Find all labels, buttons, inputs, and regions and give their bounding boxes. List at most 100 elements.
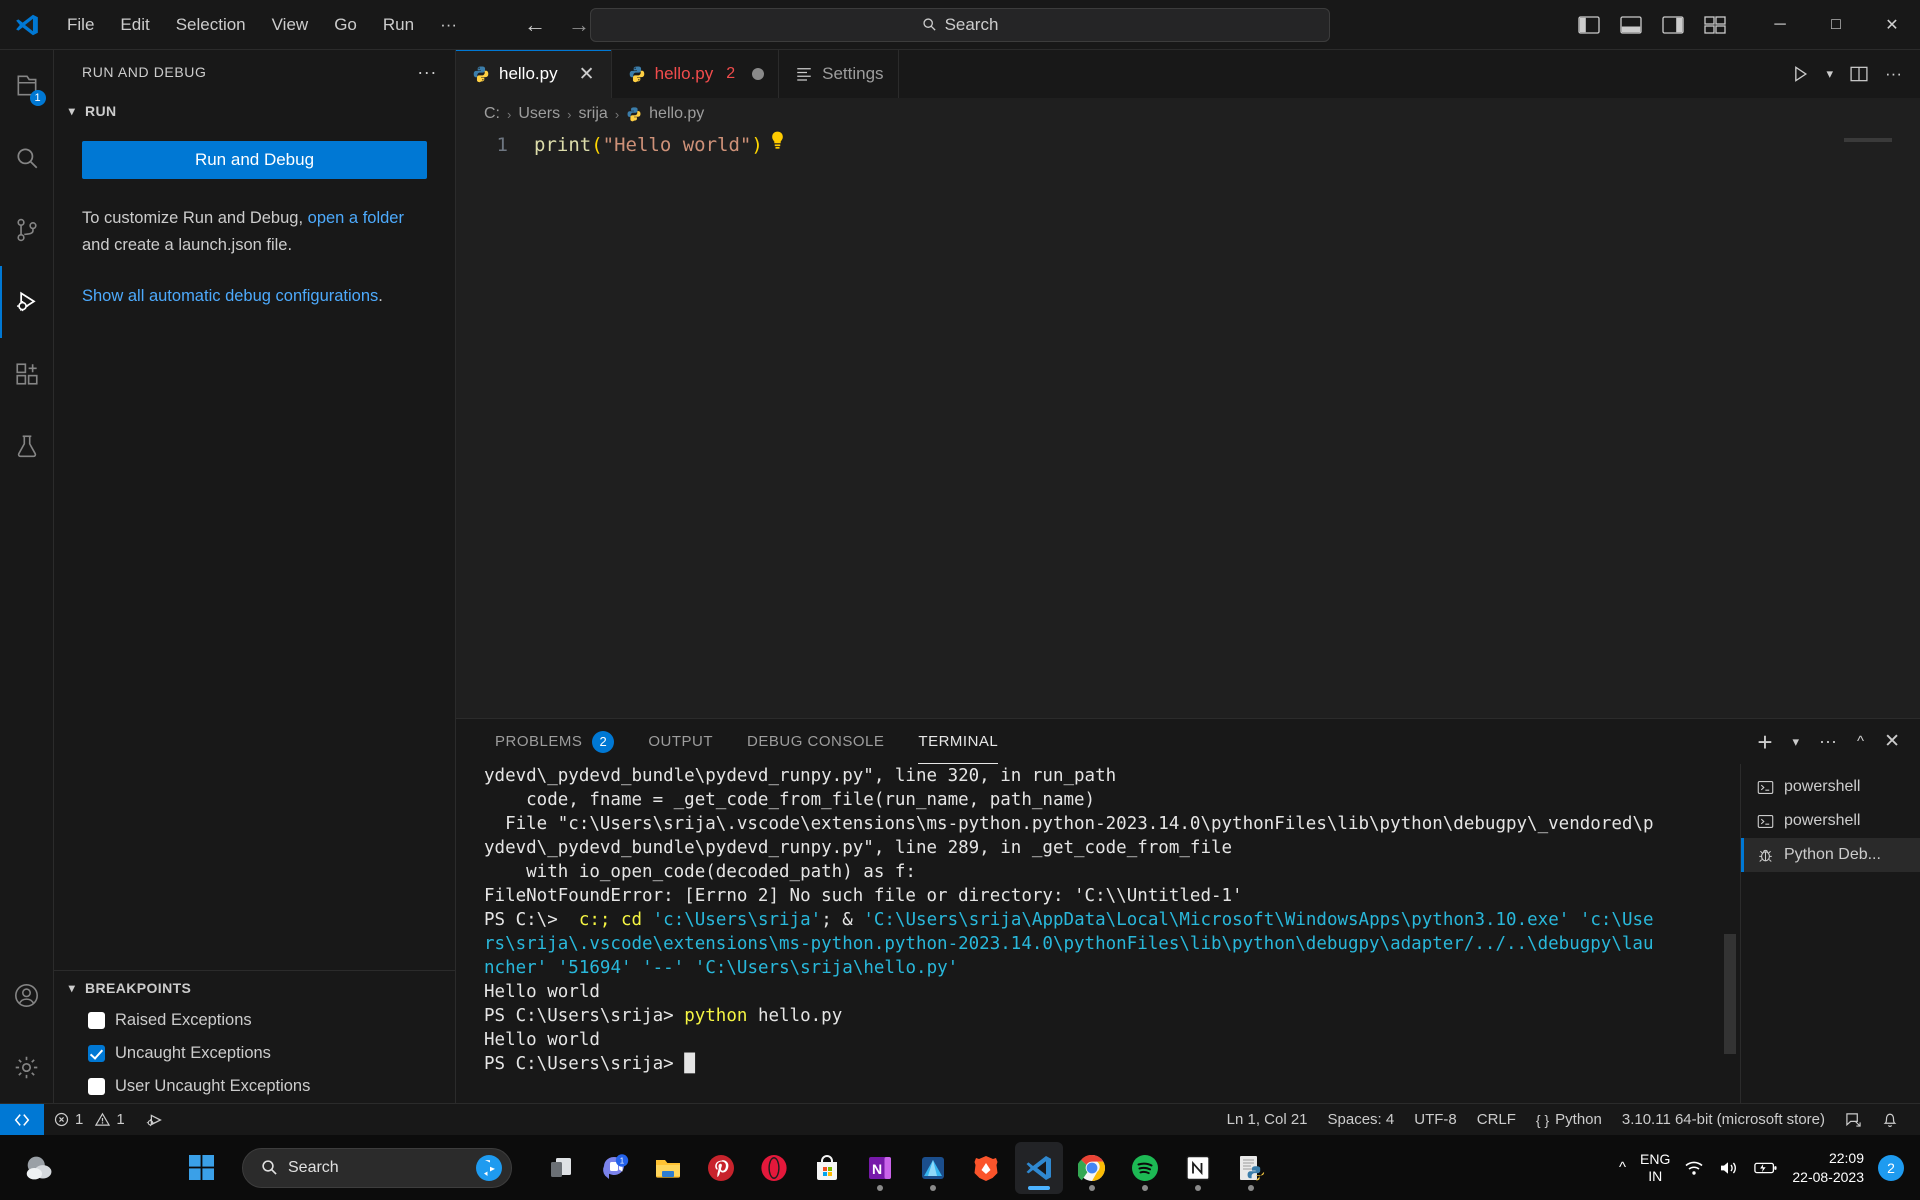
taskbar-app-notion[interactable]: [1174, 1142, 1222, 1194]
open-a-folder-link[interactable]: open a folder: [308, 209, 404, 227]
menu-more[interactable]: ···: [427, 10, 470, 40]
run-python-file-icon[interactable]: [1790, 64, 1810, 84]
code-editor[interactable]: 1 print("Hello world"): [456, 130, 1920, 718]
tab-dirty-indicator-icon[interactable]: [752, 68, 765, 80]
taskbar-clock[interactable]: 22:09 22-08-2023: [1792, 1149, 1864, 1187]
arrow-left-icon[interactable]: ←: [524, 13, 546, 36]
maximize-panel-icon[interactable]: ^: [1857, 733, 1864, 750]
tab-close-button[interactable]: ✕: [577, 63, 597, 86]
new-terminal-icon[interactable]: +: [1757, 729, 1772, 755]
show-hidden-icons-button[interactable]: ^: [1619, 1159, 1626, 1176]
breadcrumb-item-users[interactable]: Users: [518, 105, 560, 123]
taskbar-language-indicator[interactable]: ENG IN: [1640, 1151, 1670, 1185]
taskbar-app-spotify[interactable]: [1121, 1142, 1169, 1194]
raised-exceptions-checkbox[interactable]: [88, 1012, 105, 1029]
tab-hello-py-active[interactable]: hello.py ✕: [456, 50, 612, 98]
show-all-automatic-debug-configurations-link[interactable]: Show all automatic debug configurations: [82, 287, 378, 305]
panel-tab-terminal[interactable]: TERMINAL: [901, 719, 1015, 764]
terminal-scrollbar[interactable]: [1724, 934, 1736, 1054]
taskbar-app-python-idle[interactable]: [1227, 1142, 1275, 1194]
minimap-slider[interactable]: [1844, 138, 1892, 142]
taskbar-app-task-view[interactable]: [538, 1142, 586, 1194]
activitybar-item-run-and-debug[interactable]: [0, 266, 54, 338]
activitybar-item-settings[interactable]: [0, 1031, 54, 1103]
status-encoding[interactable]: UTF-8: [1404, 1104, 1467, 1136]
menu-run[interactable]: Run: [370, 10, 427, 40]
taskbar-app-teams-chat[interactable]: 1: [591, 1142, 639, 1194]
toggle-panel-icon[interactable]: [1620, 15, 1642, 34]
code-content[interactable]: print("Hello world"): [534, 130, 763, 160]
activitybar-item-extensions[interactable]: [0, 338, 54, 410]
chevron-down-icon[interactable]: ▾: [1826, 66, 1833, 82]
terminal-item-python-debugger[interactable]: Python Deb...: [1741, 838, 1920, 872]
status-python-interpreter[interactable]: 3.10.11 64-bit (microsoft store): [1612, 1104, 1835, 1136]
taskbar-app-azure-data-studio[interactable]: [909, 1142, 957, 1194]
taskbar-app-file-explorer[interactable]: [644, 1142, 692, 1194]
chevron-down-icon[interactable]: ▾: [1793, 734, 1800, 750]
toggle-secondary-sidebar-icon[interactable]: [1662, 15, 1684, 34]
terminal-output[interactable]: ydevd\_pydevd_bundle\pydevd_runpy.py", l…: [456, 764, 1740, 1103]
status-ports[interactable]: [135, 1104, 175, 1136]
run-section-header[interactable]: ▾ RUN: [54, 94, 455, 127]
menu-file[interactable]: File: [54, 10, 107, 40]
taskbar-weather-widget[interactable]: [0, 1152, 60, 1184]
battery-charging-icon[interactable]: [1754, 1159, 1778, 1177]
breakpoint-uncaught-exceptions[interactable]: Uncaught Exceptions: [54, 1037, 455, 1070]
arrow-right-icon[interactable]: →: [568, 13, 590, 36]
taskbar-app-google-chrome[interactable]: [1068, 1142, 1116, 1194]
uncaught-exceptions-checkbox[interactable]: [88, 1045, 105, 1062]
terminal-item-powershell-1[interactable]: powershell: [1741, 770, 1920, 804]
notification-count-badge[interactable]: 2: [1878, 1154, 1904, 1181]
activitybar-item-source-control[interactable]: [0, 194, 54, 266]
status-notifications[interactable]: [1872, 1104, 1908, 1136]
window-maximize-button[interactable]: □: [1808, 0, 1864, 50]
tab-settings[interactable]: Settings: [779, 50, 899, 98]
breadcrumb-item-srija[interactable]: srija: [578, 105, 607, 123]
more-actions-icon[interactable]: ···: [1819, 731, 1837, 752]
toggle-primary-sidebar-icon[interactable]: [1578, 15, 1600, 34]
taskbar-app-brave-browser[interactable]: [962, 1142, 1010, 1194]
breadcrumb-item-drive[interactable]: C:: [484, 105, 500, 123]
terminal-item-powershell-2[interactable]: powershell: [1741, 804, 1920, 838]
panel-tab-problems[interactable]: PROBLEMS 2: [478, 719, 631, 764]
window-close-button[interactable]: ✕: [1864, 0, 1920, 50]
breadcrumb-item-file[interactable]: hello.py: [649, 105, 704, 123]
status-errors-warnings[interactable]: 1 1: [44, 1104, 135, 1136]
split-editor-icon[interactable]: [1849, 64, 1869, 84]
customize-layout-icon[interactable]: [1704, 15, 1726, 34]
activitybar-item-accounts[interactable]: [0, 959, 54, 1031]
tab-hello-py-error[interactable]: hello.py 2: [611, 50, 780, 98]
status-eol[interactable]: CRLF: [1467, 1104, 1526, 1136]
panel-tab-output[interactable]: OUTPUT: [631, 719, 730, 764]
close-panel-icon[interactable]: ✕: [1884, 730, 1900, 753]
status-feedback[interactable]: [1835, 1104, 1872, 1136]
taskbar-app-opera[interactable]: [750, 1142, 798, 1194]
menu-go[interactable]: Go: [321, 10, 370, 40]
status-language-mode[interactable]: { } Python: [1526, 1104, 1612, 1136]
breakpoints-section-header[interactable]: ▾ BREAKPOINTS: [54, 971, 455, 1004]
activitybar-item-explorer[interactable]: 1: [0, 50, 54, 122]
taskbar-search-box[interactable]: Search: [242, 1147, 512, 1188]
taskbar-app-microsoft-store[interactable]: [803, 1142, 851, 1194]
run-and-debug-button[interactable]: Run and Debug: [82, 141, 427, 179]
menu-view[interactable]: View: [259, 10, 322, 40]
status-line-col[interactable]: Ln 1, Col 21: [1217, 1104, 1318, 1136]
more-actions-icon[interactable]: ···: [1885, 64, 1902, 84]
menu-selection[interactable]: Selection: [163, 10, 259, 40]
window-minimize-button[interactable]: ─: [1752, 0, 1808, 50]
wifi-icon[interactable]: [1684, 1159, 1704, 1177]
taskbar-app-visual-studio-code[interactable]: [1015, 1141, 1063, 1194]
panel-tab-debug-console[interactable]: DEBUG CONSOLE: [730, 719, 901, 764]
activitybar-item-testing[interactable]: [0, 410, 54, 482]
taskbar-app-onenote[interactable]: N: [856, 1142, 904, 1194]
activitybar-item-search[interactable]: [0, 122, 54, 194]
taskbar-app-pinterest[interactable]: [697, 1142, 745, 1194]
menu-edit[interactable]: Edit: [107, 10, 162, 40]
sidebar-more-actions-button[interactable]: ···: [409, 62, 445, 83]
user-uncaught-exceptions-checkbox[interactable]: [88, 1078, 105, 1095]
bing-chat-icon[interactable]: [475, 1154, 503, 1182]
windows-start-icon[interactable]: [178, 1144, 226, 1192]
breakpoint-raised-exceptions[interactable]: Raised Exceptions: [54, 1004, 455, 1037]
breakpoint-user-uncaught-exceptions[interactable]: User Uncaught Exceptions: [54, 1070, 455, 1103]
quick-fix-lightbulb-icon[interactable]: [769, 130, 786, 152]
